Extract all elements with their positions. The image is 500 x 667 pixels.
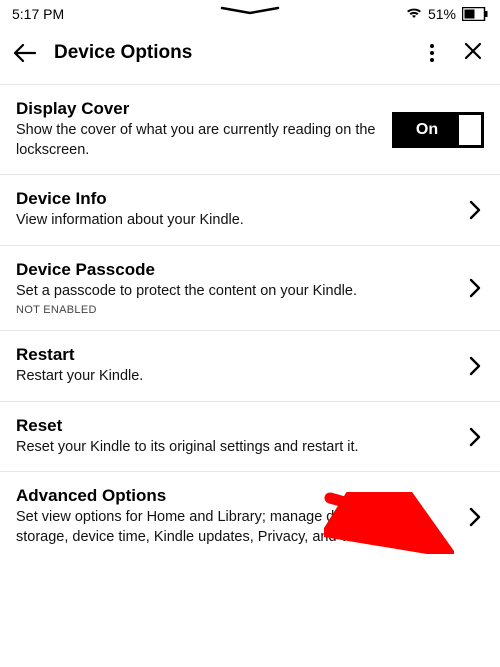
close-button[interactable] — [460, 41, 486, 65]
wifi-icon — [406, 6, 422, 22]
toggle-knob — [459, 115, 481, 145]
item-reset[interactable]: Reset Reset your Kindle to its original … — [0, 402, 500, 473]
chevron-right-icon — [466, 427, 484, 447]
item-desc: Reset your Kindle to its original settin… — [16, 438, 454, 458]
battery-text: 51% — [428, 6, 456, 22]
item-status: NOT ENABLED — [16, 304, 454, 316]
header-bar: Device Options — [0, 26, 500, 84]
item-title: Reset — [16, 416, 454, 436]
item-device-info[interactable]: Device Info View information about your … — [0, 175, 500, 246]
toggle-label: On — [392, 121, 456, 139]
page-title: Device Options — [54, 42, 408, 64]
grabber-icon — [220, 6, 280, 16]
chevron-right-icon — [466, 200, 484, 220]
item-advanced-options[interactable]: Advanced Options Set view options for Ho… — [0, 472, 500, 561]
battery-icon — [462, 7, 488, 21]
item-restart[interactable]: Restart Restart your Kindle. — [0, 331, 500, 402]
display-cover-toggle[interactable]: On — [392, 112, 484, 148]
chevron-right-icon — [466, 278, 484, 298]
item-display-cover[interactable]: Display Cover Show the cover of what you… — [0, 85, 500, 175]
item-desc: Set a passcode to protect the content on… — [16, 282, 454, 302]
chevron-right-icon — [466, 507, 484, 527]
item-desc: View information about your Kindle. — [16, 211, 454, 231]
chevron-right-icon — [466, 356, 484, 376]
item-title: Display Cover — [16, 99, 380, 119]
back-button[interactable] — [14, 42, 36, 64]
item-title: Restart — [16, 345, 454, 365]
status-time: 5:17 PM — [12, 6, 64, 22]
item-title: Advanced Options — [16, 486, 454, 506]
item-title: Device Info — [16, 189, 454, 209]
settings-list: Display Cover Show the cover of what you… — [0, 85, 500, 562]
item-desc: Show the cover of what you are currently… — [16, 121, 380, 160]
more-menu-button[interactable] — [426, 40, 438, 66]
item-device-passcode[interactable]: Device Passcode Set a passcode to protec… — [0, 246, 500, 332]
item-desc: Restart your Kindle. — [16, 367, 454, 387]
item-title: Device Passcode — [16, 260, 454, 280]
item-desc: Set view options for Home and Library; m… — [16, 508, 454, 547]
